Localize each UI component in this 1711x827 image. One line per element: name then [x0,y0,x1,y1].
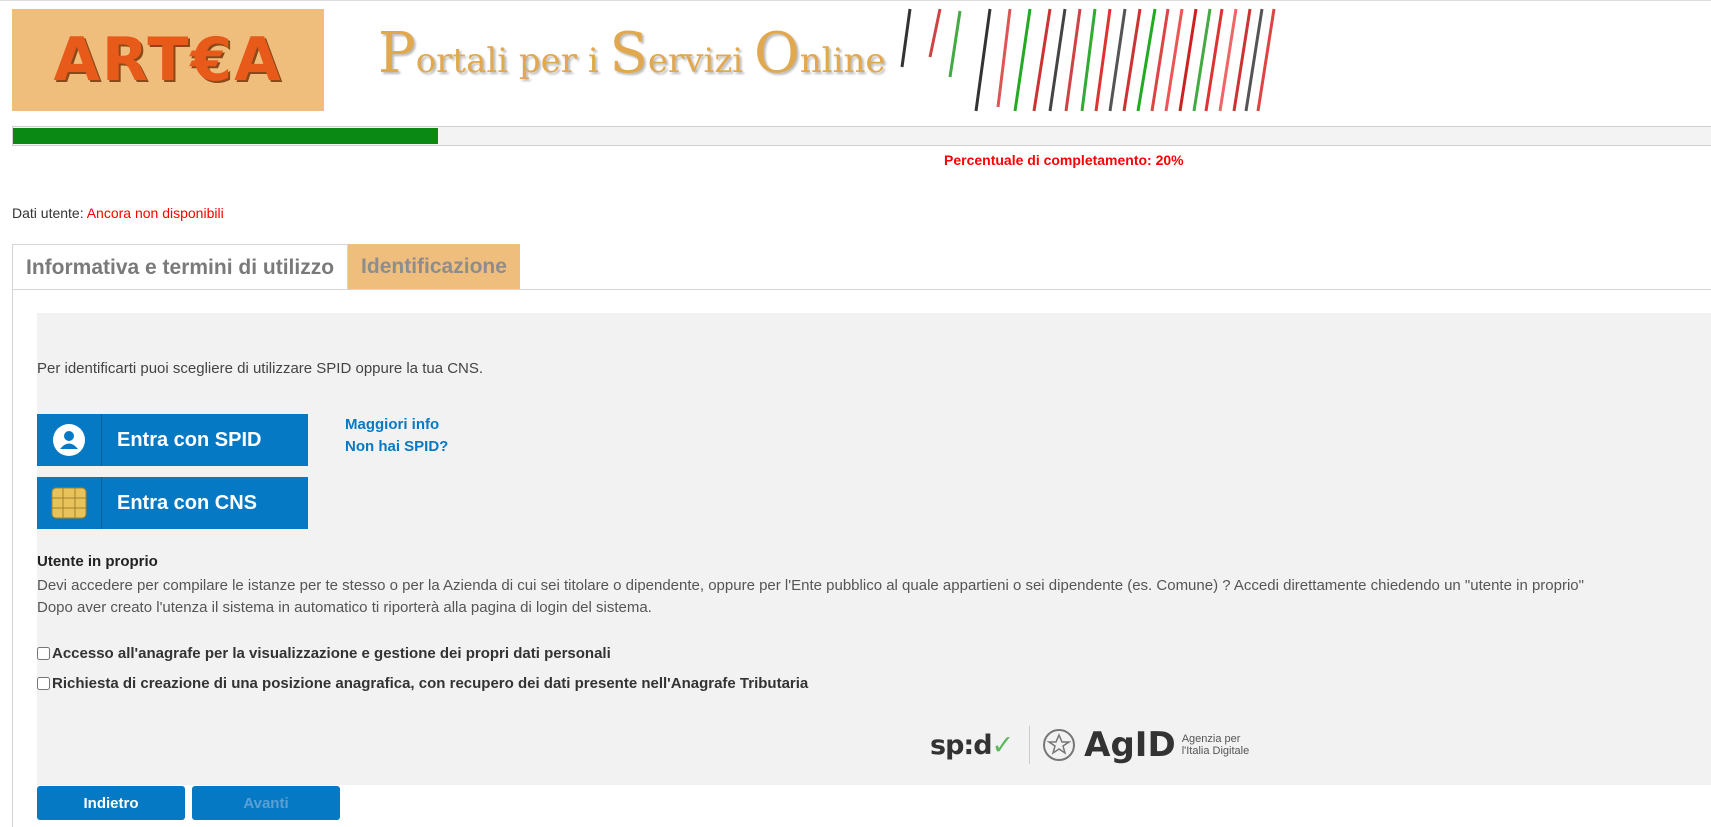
intro-text: Per identificarti puoi scegliere di util… [37,360,484,377]
checkbox-create-position-input[interactable] [37,677,50,690]
user-icon [37,414,102,466]
user-data-line: Dati utente: Ancora non disponibili [12,205,224,221]
logo-text: ART€A [53,25,283,95]
back-button[interactable]: Indietro [37,786,185,820]
portal-title: Portali per i Servizi Online [378,21,886,86]
owner-description: Devi accedere per compilare le istanze p… [37,577,1584,616]
spid-logo: sp:d✓ [930,729,1014,761]
agid-logo: AgID [1084,725,1176,765]
agid-subtitle: Agenzia per l'Italia Digitale [1181,733,1250,757]
spid-button-label: Entra con SPID [117,428,262,451]
owner-title: Utente in proprio [37,553,158,570]
spid-login-button[interactable]: Entra con SPID [37,414,308,466]
tab-informativa[interactable]: Informativa e termini di utilizzo [12,244,349,290]
progress-label: Percentuale di completamento: 20% [944,152,1184,168]
progress-bar [12,126,1711,146]
more-info-link[interactable]: Maggiori info [345,414,448,436]
spid-agid-logos: sp:d✓ AgID Agenzia per l'Italia Digitale [930,725,1249,765]
tab-identificazione[interactable]: Identificazione [348,244,520,290]
italian-emblem-icon [1043,729,1076,761]
logo-separator [1029,726,1031,764]
cns-button-label: Entra con CNS [117,491,258,514]
artea-logo: ART€A [12,9,324,111]
no-spid-link[interactable]: Non hai SPID? [345,436,448,458]
next-button[interactable]: Avanti [192,786,340,820]
spid-links: Maggiori info Non hai SPID? [345,414,448,458]
decorative-lines-graphic [900,8,1276,112]
progress-fill [13,128,438,144]
content-left-border [12,289,13,827]
smartcard-chip-icon [37,477,102,529]
checkbox-create-position[interactable]: Richiesta di creazione di una posizione … [37,675,808,692]
cns-login-button[interactable]: Entra con CNS [37,477,308,529]
user-data-value: Ancora non disponibili [86,205,224,221]
tab-divider [12,289,1711,290]
user-data-label: Dati utente: [12,205,87,221]
checkbox-anagrafe-access[interactable]: Accesso all'anagrafe per la visualizzazi… [37,645,611,662]
header-banner: ART€A Portali per i Servizi Online [0,0,1711,113]
tab-bar: Informativa e termini di utilizzo Identi… [12,244,520,290]
checkbox-anagrafe-access-input[interactable] [37,647,50,660]
identification-panel [37,313,1711,785]
